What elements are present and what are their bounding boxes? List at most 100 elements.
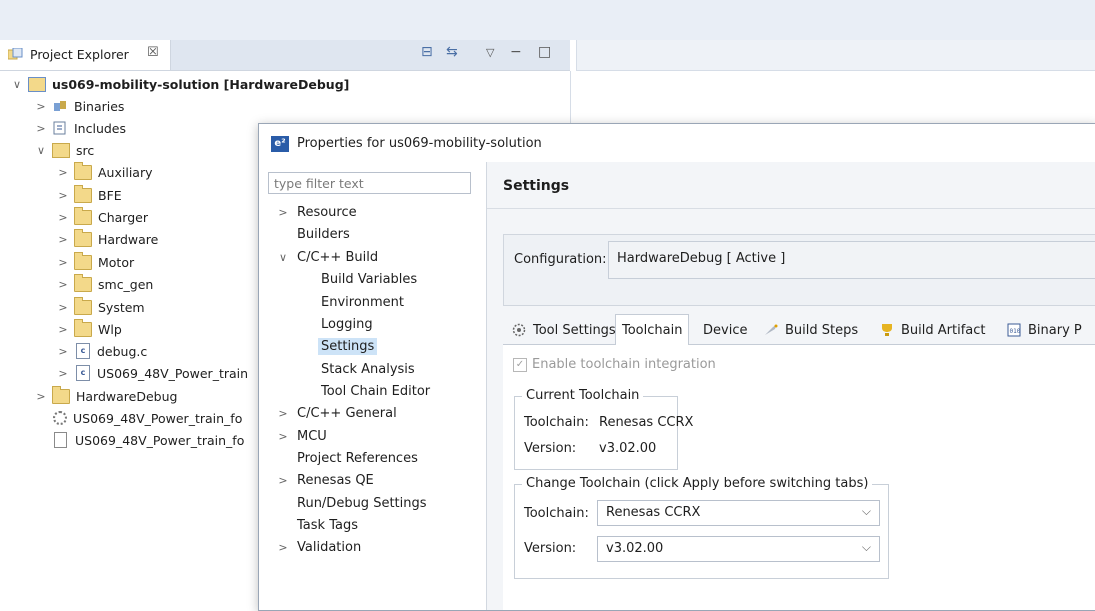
current-version-value: v3.02.00 [599,441,657,456]
group-title: Current Toolchain [522,388,644,403]
tab-device[interactable]: Device [703,318,747,342]
document-icon [54,432,67,448]
expand-twisty[interactable]: > [34,390,48,403]
tree-item-file[interactable]: > c US069_48V_Power_train [56,363,248,383]
expand-twisty[interactable]: > [56,233,70,246]
build-artifact-icon [882,324,892,336]
tree-item-folder[interactable]: > Wlp [56,318,122,339]
toolchain-label: Toolchain: [524,415,589,430]
nav-label: Environment [321,294,405,310]
enable-toolchain-integration[interactable]: ✓ Enable toolchain integration [513,357,716,372]
expand-twisty[interactable]: > [277,541,289,554]
expand-twisty[interactable]: > [56,323,70,336]
filter-input[interactable]: type filter text [268,172,471,194]
tab-label: Toolchain [622,322,683,338]
nav-label: C/C++ General [297,405,397,421]
nav-item-settings[interactable]: Settings [318,336,378,356]
folder-icon [74,206,92,225]
expand-twisty[interactable]: > [34,100,48,113]
nav-item-task-tags[interactable]: Task Tags [297,515,358,535]
tree-item-src[interactable]: ∨ src [34,140,94,160]
expand-twisty[interactable]: > [277,206,289,219]
tree-label: US069_48V_Power_train_fo [73,410,243,426]
link-with-editor-icon[interactable]: ⇆ [446,44,458,60]
expand-twisty[interactable]: ∨ [277,251,289,264]
tab-toolchain[interactable]: Toolchain [615,314,690,346]
tree-item-file[interactable]: US069_48V_Power_train_fo [48,430,244,450]
nav-item-mcu[interactable]: > MCU [277,426,326,446]
maximize-icon[interactable]: □ [538,44,551,60]
folder-icon [74,296,92,315]
window-top-area [0,0,1095,40]
current-toolchain-group: Current Toolchain Toolchain: Renesas CCR… [514,388,693,470]
nav-item-run-debug-settings[interactable]: Run/Debug Settings [297,493,427,513]
nav-item-environment[interactable]: Environment [321,292,404,312]
tree-item-folder[interactable]: > Hardware [56,228,158,249]
tab-build-artifact[interactable]: Build Artifact [879,318,986,342]
folder-icon [74,273,92,292]
tree-label: us069-mobility-solution [HardwareDebug] [52,76,350,92]
nav-item-cpp-build[interactable]: ∨ C/C++ Build [277,247,378,267]
tree-item-hardwaredebug[interactable]: > HardwareDebug [34,385,177,406]
view-menu-icon[interactable]: ▽ [486,46,494,59]
configuration-select[interactable]: HardwareDebug [ Active ] [608,241,1095,279]
tree-item-folder[interactable]: > BFE [56,184,122,205]
project-explorer-tab[interactable]: Project Explorer ☒ [0,40,171,70]
nav-label: Run/Debug Settings [297,495,427,511]
tree-item-folder[interactable]: > smc_gen [56,273,153,294]
expand-twisty[interactable]: > [56,211,70,224]
nav-item-stack-analysis[interactable]: Stack Analysis [321,359,415,379]
tree-item-folder[interactable]: > System [56,296,145,317]
tree-item-binaries[interactable]: > Binaries [34,96,124,116]
expand-twisty[interactable]: > [34,122,48,135]
dialog-title-bar[interactable]: e² Properties for us069-mobility-solutio… [259,124,1095,162]
toolchain-select[interactable]: Renesas CCRX ⌵ [597,500,880,526]
tab-tool-settings[interactable]: Tool Settings [511,318,616,342]
e2-studio-icon: e² [271,136,289,152]
expand-twisty[interactable]: > [56,345,70,358]
tree-label: Auxiliary [98,164,153,180]
nav-item-validation[interactable]: > Validation [277,537,361,557]
expand-twisty[interactable]: > [56,278,70,291]
close-icon[interactable]: ☒ [147,45,159,60]
nav-item-builders[interactable]: Builders [297,224,350,244]
tree-item-folder[interactable]: > Auxiliary [56,161,153,182]
nav-item-cpp-general[interactable]: > C/C++ General [277,403,397,423]
nav-label: Settings [318,337,378,355]
collapse-all-icon[interactable]: ⊟ [421,44,433,60]
expand-twisty[interactable]: ∨ [10,78,24,91]
expand-twisty[interactable]: > [56,256,70,269]
tree-item-folder[interactable]: > Charger [56,206,148,227]
nav-item-build-variables[interactable]: Build Variables [321,269,417,289]
nav-item-project-references[interactable]: Project References [297,448,418,468]
expand-twisty[interactable]: ∨ [34,144,48,157]
tree-item-folder[interactable]: > Motor [56,251,134,272]
expand-twisty[interactable]: > [56,189,70,202]
tab-binary-parsers[interactable]: 010 Binary P [1006,318,1082,342]
checkbox-checked-icon[interactable]: ✓ [513,357,527,372]
tree-item-file[interactable]: US069_48V_Power_train_fo [48,408,242,428]
nav-label: Tool Chain Editor [321,383,431,399]
binaries-icon [54,101,66,111]
nav-item-resource[interactable]: > Resource [277,202,356,222]
tree-item-includes[interactable]: > Includes [34,118,126,138]
expand-twisty[interactable]: > [277,407,289,420]
nav-item-logging[interactable]: Logging [321,314,373,334]
minimize-icon[interactable]: − [510,44,522,60]
expand-twisty[interactable]: > [277,430,289,443]
version-select[interactable]: v3.02.00 ⌵ [597,536,880,562]
tree-item-file[interactable]: > c debug.c [56,341,147,361]
expand-twisty[interactable]: > [56,166,70,179]
nav-item-renesas-qe[interactable]: > Renesas QE [277,470,373,490]
expand-twisty[interactable]: > [277,474,289,487]
binary-parsers-icon: 010 [1007,323,1021,337]
tab-build-steps[interactable]: Build Steps [763,318,858,342]
expand-twisty[interactable]: > [56,367,70,380]
tree-project-row[interactable]: ∨ us069-mobility-solution [HardwareDebug… [10,74,349,94]
tab-label: Build Steps [785,322,859,338]
expand-twisty[interactable]: > [56,301,70,314]
tree-label: Wlp [98,321,122,337]
editor-area-strip [576,40,1095,71]
project-icon [28,76,46,92]
nav-item-tool-chain-editor[interactable]: Tool Chain Editor [321,381,430,401]
